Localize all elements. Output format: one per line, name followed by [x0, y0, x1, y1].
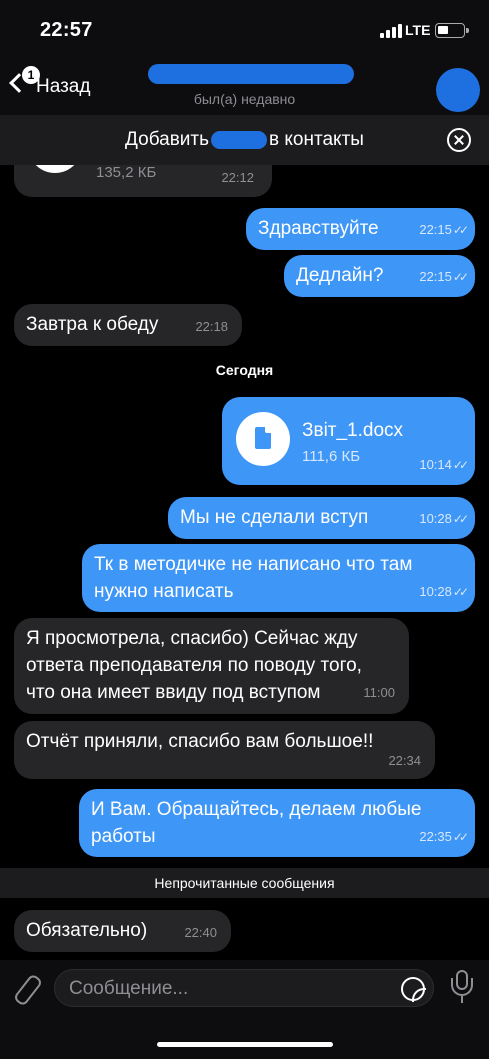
file-name: Звіт_1.docx — [302, 420, 404, 441]
message-time: 22:15✓✓ — [419, 216, 469, 244]
message-text: Обязательно) — [26, 920, 148, 941]
message-incoming-file[interactable]: 135,2 КБ 22:12 — [14, 165, 272, 197]
message-text: Отчёт приняли, спасибо вам большое!! — [26, 731, 374, 752]
read-ticks-icon: ✓✓ — [452, 223, 469, 237]
add-contact-text-after: в контакты — [269, 129, 364, 150]
message-outgoing[interactable]: Здравствуйте 22:15✓✓ — [246, 208, 475, 250]
message-text: И Вам. Обращайтесь, делаем любые работы — [91, 799, 422, 847]
message-text: Мы не сделали вступ — [180, 507, 369, 528]
message-text: Здравствуйте — [258, 218, 379, 239]
message-time: 10:14✓✓ — [419, 451, 469, 479]
read-ticks-icon: ✓✓ — [452, 830, 469, 844]
sticker-icon[interactable] — [401, 977, 426, 1002]
add-contact-banner[interactable]: Добавить в контакты — [0, 115, 489, 165]
status-time: 22:57 — [40, 19, 93, 41]
chat-header: 1 Назад был(а) недавно — [0, 58, 489, 115]
file-size: 111,6 КБ — [302, 448, 361, 465]
message-time: 22:40 — [184, 925, 217, 940]
message-field[interactable] — [54, 969, 434, 1007]
last-seen-status: был(а) недавно — [193, 91, 296, 107]
file-icon — [28, 165, 82, 173]
message-incoming[interactable]: Отчёт приняли, спасибо вам большое!! 22:… — [14, 721, 435, 779]
unread-messages-divider: Непрочитанные сообщения — [0, 868, 489, 898]
message-incoming[interactable]: Я просмотрела, спасибо) Сейчас жду ответ… — [14, 618, 409, 714]
message-time: 22:35✓✓ — [419, 823, 469, 851]
microphone-icon[interactable] — [450, 970, 474, 1004]
status-bar: 22:57 LTE — [0, 0, 489, 58]
message-time: 22:34 — [388, 753, 421, 768]
add-contact-text: Добавить в контакты — [0, 129, 489, 151]
message-time: 11:00 — [363, 685, 395, 700]
message-time: 10:28✓✓ — [419, 505, 469, 533]
battery-icon — [435, 23, 469, 38]
message-time: 22:18 — [195, 319, 228, 334]
add-contact-text-before: Добавить — [125, 129, 210, 150]
document-icon[interactable] — [236, 412, 290, 466]
message-outgoing[interactable]: Дедлайн? 22:15✓✓ — [284, 255, 475, 297]
close-icon[interactable] — [447, 128, 471, 152]
message-text: Дедлайн? — [296, 265, 384, 286]
message-outgoing[interactable]: Мы не сделали вступ 10:28✓✓ — [168, 497, 475, 539]
file-size: 135,2 КБ — [96, 165, 157, 181]
redacted-name — [211, 130, 268, 149]
message-text: Я просмотрела, спасибо) Сейчас жду ответ… — [26, 628, 362, 703]
avatar[interactable] — [436, 68, 480, 112]
message-outgoing[interactable]: Тк в методичке не написано что там нужно… — [82, 544, 475, 612]
message-input[interactable] — [69, 975, 379, 1003]
message-time: 10:28✓✓ — [419, 578, 469, 606]
attach-icon[interactable] — [16, 974, 38, 1006]
date-separator: Сегодня — [215, 362, 274, 378]
message-list[interactable]: 135,2 КБ 22:12 Здравствуйте 22:15✓✓ Дедл… — [0, 165, 489, 960]
message-outgoing[interactable]: И Вам. Обращайтесь, делаем любые работы … — [79, 789, 475, 857]
message-outgoing-file[interactable]: Звіт_1.docx 111,6 КБ 10:14✓✓ — [222, 397, 475, 485]
message-incoming[interactable]: Обязательно) 22:40 — [14, 910, 231, 952]
home-indicator[interactable] — [157, 1042, 333, 1047]
read-ticks-icon: ✓✓ — [452, 585, 469, 599]
network-label: LTE — [405, 22, 431, 38]
read-ticks-icon: ✓✓ — [452, 512, 469, 526]
message-text: Завтра к обеду — [26, 314, 159, 335]
signal-icon — [380, 24, 402, 38]
contact-name-redacted[interactable] — [148, 64, 354, 84]
message-time: 22:15✓✓ — [419, 263, 469, 291]
message-incoming[interactable]: Завтра к обеду 22:18 — [14, 304, 242, 346]
message-time: 22:12 — [221, 170, 254, 185]
read-ticks-icon: ✓✓ — [452, 458, 469, 472]
message-text: Тк в методичке не написано что там нужно… — [94, 554, 413, 602]
read-ticks-icon: ✓✓ — [452, 270, 469, 284]
